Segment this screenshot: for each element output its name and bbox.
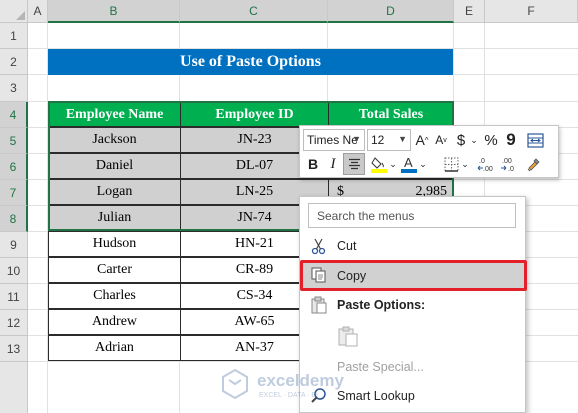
cell-name-carter[interactable]: Carter bbox=[48, 257, 181, 283]
row-header-12[interactable]: 12 bbox=[0, 310, 28, 336]
increase-font-size-icon[interactable]: A ^ bbox=[414, 129, 430, 151]
font-name-box[interactable]: Times Ne ▼ bbox=[303, 129, 365, 151]
merge-center-icon[interactable] bbox=[524, 129, 546, 151]
cell-name-jackson[interactable]: Jackson bbox=[48, 127, 181, 153]
row-header-6[interactable]: 6 bbox=[0, 154, 28, 180]
font-size-box[interactable]: 12 ▼ bbox=[367, 129, 411, 151]
watermark-name: exceldemy bbox=[257, 371, 344, 390]
fill-color-icon[interactable] bbox=[370, 153, 388, 175]
cell-name-adrian[interactable]: Adrian bbox=[48, 335, 181, 361]
percent-style-icon[interactable]: % bbox=[482, 129, 500, 151]
svg-text:.00: .00 bbox=[483, 166, 493, 173]
header-total-sales[interactable]: Total Sales bbox=[328, 102, 454, 127]
menu-item-paste-options: Paste Options: bbox=[300, 291, 527, 318]
column-header-f[interactable]: F bbox=[485, 0, 578, 23]
select-all-triangle-icon bbox=[16, 11, 25, 20]
row-header-13[interactable]: 13 bbox=[0, 336, 28, 362]
format-painter-icon[interactable] bbox=[524, 153, 544, 175]
row-header-4[interactable]: 4 bbox=[0, 102, 28, 128]
paste-options-label: Paste Options: bbox=[337, 297, 426, 312]
cell-name-daniel[interactable]: Daniel bbox=[48, 153, 181, 179]
borders-icon[interactable] bbox=[442, 153, 460, 175]
accounting-format-icon[interactable]: $ bbox=[453, 129, 469, 151]
row-header-8[interactable]: 8 bbox=[0, 206, 28, 232]
chevron-down-icon[interactable]: ⌄ bbox=[388, 153, 398, 175]
exceldemy-logo-icon bbox=[222, 368, 248, 400]
chevron-down-icon[interactable]: ▼ bbox=[398, 134, 407, 144]
cell-name-charles[interactable]: Charles bbox=[48, 283, 181, 309]
column-header-b[interactable]: B bbox=[48, 0, 180, 23]
comma-style-icon[interactable]: 9 bbox=[503, 129, 519, 151]
increase-decimal-icon[interactable]: .0.00 bbox=[477, 153, 497, 175]
cell-name-julian[interactable]: Julian bbox=[48, 205, 181, 231]
decrease-font-size-icon[interactable]: Av bbox=[433, 129, 449, 151]
font-name-value: Times Ne bbox=[307, 133, 358, 147]
column-header-e[interactable]: E bbox=[454, 0, 485, 23]
watermark: exceldemy EXCEL · DATA · BI bbox=[215, 362, 415, 402]
row-header-10[interactable]: 10 bbox=[0, 258, 28, 284]
chevron-down-icon[interactable]: ▼ bbox=[352, 134, 361, 144]
font-color-icon[interactable]: A bbox=[400, 153, 418, 175]
svg-text:.0: .0 bbox=[479, 158, 485, 165]
chevron-down-icon[interactable]: ⌄ bbox=[460, 153, 470, 175]
row-header-1[interactable]: 1 bbox=[0, 23, 28, 49]
chevron-down-icon[interactable]: ⌄ bbox=[418, 153, 428, 175]
search-menus-input[interactable]: Search the menus bbox=[308, 203, 516, 228]
cell-name-hudson[interactable]: Hudson bbox=[48, 231, 181, 257]
paste-icon bbox=[337, 325, 359, 347]
cell-name-logan[interactable]: Logan bbox=[48, 179, 181, 205]
column-header-a[interactable]: A bbox=[28, 0, 48, 23]
svg-text:.00: .00 bbox=[502, 158, 512, 165]
menu-item-copy[interactable]: Copy bbox=[300, 260, 527, 291]
paste-option-button[interactable] bbox=[300, 321, 527, 351]
select-all-corner[interactable] bbox=[0, 0, 28, 23]
row-header-7[interactable]: 7 bbox=[0, 180, 28, 206]
row-header-9[interactable]: 9 bbox=[0, 232, 28, 258]
svg-text:A: A bbox=[404, 155, 413, 170]
sheet-title[interactable]: Use of Paste Options bbox=[48, 49, 453, 75]
copy-icon bbox=[310, 266, 328, 284]
row-header-3[interactable]: 3 bbox=[0, 75, 28, 102]
bold-button[interactable]: B bbox=[303, 153, 323, 175]
menu-item-copy-label: Copy bbox=[337, 268, 367, 283]
row-header-5[interactable]: 5 bbox=[0, 128, 28, 154]
row-header-blank bbox=[0, 362, 28, 413]
font-size-value: 12 bbox=[371, 133, 385, 147]
chevron-down-icon[interactable]: ⌄ bbox=[469, 129, 479, 151]
column-header-c[interactable]: C bbox=[180, 0, 328, 23]
cell-name-andrew[interactable]: Andrew bbox=[48, 309, 181, 335]
column-header-d[interactable]: D bbox=[328, 0, 454, 23]
row-header-2[interactable]: 2 bbox=[0, 49, 28, 75]
italic-button[interactable]: I bbox=[325, 153, 341, 175]
clipboard-icon bbox=[310, 296, 328, 314]
svg-text:.0: .0 bbox=[508, 166, 514, 173]
mini-toolbar: Times Ne ▼ 12 ▼ A ^ Av $ ⌄ % 9 B I ⌄ A ⌄ … bbox=[299, 125, 559, 178]
watermark-tagline: EXCEL · DATA · BI bbox=[259, 392, 318, 399]
row-header-11[interactable]: 11 bbox=[0, 284, 28, 310]
scissors-icon bbox=[310, 237, 328, 255]
header-employee-id[interactable]: Employee ID bbox=[180, 102, 329, 127]
menu-item-cut-label: Cut bbox=[337, 238, 357, 253]
header-employee-name[interactable]: Employee Name bbox=[48, 102, 181, 127]
decrease-decimal-icon[interactable]: .00.0 bbox=[500, 153, 520, 175]
align-center-button[interactable] bbox=[343, 153, 365, 175]
menu-item-cut[interactable]: Cut bbox=[300, 232, 527, 259]
